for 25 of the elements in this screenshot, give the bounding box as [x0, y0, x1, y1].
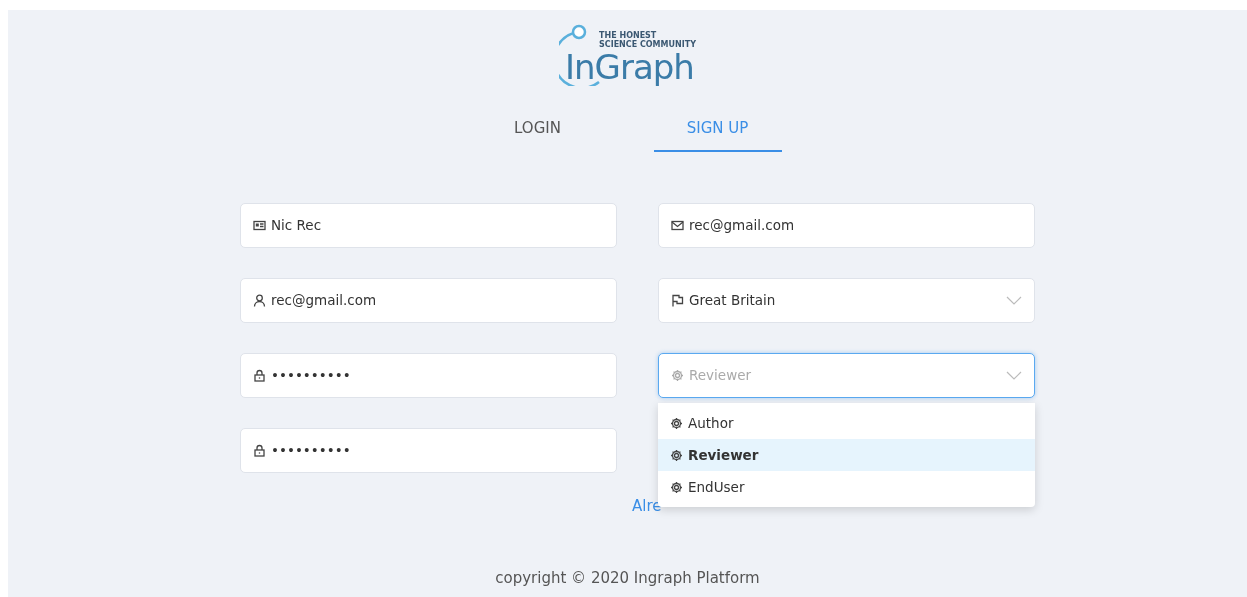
select-field[interactable]: Great Britain	[658, 278, 1035, 323]
password-field[interactable]: ••••••••••	[240, 353, 617, 398]
logo-tagline: THE HONEST	[599, 32, 657, 41]
copyright-text: copyright © 2020 Ingraph Platform	[495, 567, 760, 589]
input-field[interactable]: Nic Rec	[240, 203, 617, 248]
password-field[interactable]: ••••••••••	[240, 428, 617, 473]
dropdown-option[interactable]: Author	[658, 407, 1035, 439]
dropdown-option[interactable]: Reviewer	[658, 439, 1035, 471]
mail-icon	[671, 219, 684, 232]
tab[interactable]: LOGIN	[473, 106, 602, 152]
logo-text: InGraph	[565, 49, 694, 84]
logo-tagline: SCIENCE COMMUNITY	[599, 41, 696, 50]
chevron-down-icon	[1006, 295, 1022, 306]
user-icon	[253, 294, 266, 307]
chevron-down-icon	[1006, 370, 1022, 381]
gear-icon	[670, 416, 683, 430]
lock-icon	[253, 444, 266, 457]
gear-icon	[670, 480, 683, 494]
input-field[interactable]: rec@gmail.com	[658, 203, 1035, 248]
lock-icon	[253, 369, 266, 382]
id-card-icon	[253, 219, 266, 232]
gear-icon	[671, 369, 684, 382]
gear-icon	[670, 448, 683, 462]
flag-icon	[671, 294, 684, 307]
input-field[interactable]: rec@gmail.com	[240, 278, 617, 323]
